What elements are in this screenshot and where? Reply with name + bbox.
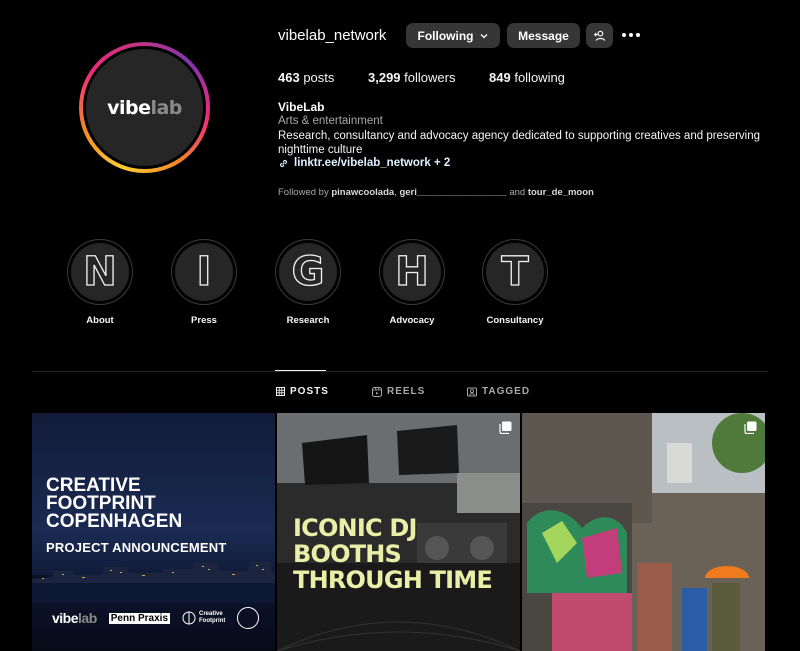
link-icon (279, 159, 288, 167)
message-button[interactable]: Message (507, 23, 580, 48)
highlight-letter: T (501, 249, 530, 295)
highlight-consultancy[interactable]: T Consultancy (475, 239, 555, 326)
tab-posts[interactable]: POSTS (276, 386, 329, 397)
post-graffiti-wall[interactable] (522, 413, 765, 651)
multiple-posts-icon (744, 421, 757, 434)
followed-by[interactable]: Followed by pinawcoolada, geri__________… (278, 187, 594, 198)
pennpraxis-logo: Penn Praxis (108, 612, 171, 624)
highlight-letter: N (83, 249, 118, 295)
creative-footprint-icon (182, 611, 196, 625)
profile-link-text: linktr.ee/vibelab_network + 2 (294, 157, 451, 169)
tagged-icon (467, 387, 477, 396)
tab-label: TAGGED (482, 386, 531, 397)
profile-bio: Research, consultancy and advocacy agenc… (278, 130, 761, 156)
highlight-label: About (86, 315, 114, 326)
highlight-research[interactable]: G Research (268, 239, 348, 326)
highlight-letter: G (291, 249, 325, 295)
following-button[interactable]: Following (406, 23, 500, 48)
highlight-letter: I (196, 249, 212, 295)
vibelab-logo: vibelab (52, 610, 97, 626)
city-skyline-image (32, 561, 275, 603)
profile-full-name: VibeLab (278, 100, 325, 114)
profile-avatar[interactable]: vibelab (79, 42, 210, 173)
tab-tagged[interactable]: TAGGED (467, 386, 530, 397)
more-options-icon[interactable] (622, 27, 642, 43)
partner-logos: vibelab Penn Praxis Creative Footprint (52, 607, 262, 629)
highlight-label: Advocacy (389, 315, 435, 326)
tab-label: POSTS (290, 386, 329, 397)
grid-icon (276, 387, 285, 396)
posts-stat: 463 posts (278, 70, 335, 85)
post-headline: CREATIVE FOOTPRINT COPENHAGEN (46, 475, 183, 532)
highlight-label: Research (286, 315, 330, 326)
add-user-button[interactable] (586, 23, 613, 48)
tab-label: REELS (387, 386, 426, 397)
profile-link[interactable]: linktr.ee/vibelab_network + 2 (278, 157, 450, 169)
following-stat[interactable]: 849 following (489, 70, 565, 85)
vibelab-logo: vibelab (107, 96, 182, 119)
post-creative-footprint[interactable]: CREATIVE FOOTPRINT COPENHAGEN PROJECT AN… (32, 413, 275, 651)
add-user-icon (593, 30, 606, 41)
post-iconic-dj-booths[interactable]: ICONIC DJ BOOTHS THROUGH TIME (277, 413, 520, 651)
following-button-label: Following (417, 28, 474, 43)
highlight-advocacy[interactable]: H Advocacy (372, 239, 452, 326)
reels-icon (372, 386, 382, 397)
chevron-down-icon (480, 33, 487, 38)
followers-stat[interactable]: 3,299 followers (368, 70, 455, 85)
active-tab-indicator (275, 370, 326, 371)
post-headline: ICONIC DJ BOOTHS THROUGH TIME (293, 514, 493, 594)
profile-category: Arts & entertainment (278, 115, 383, 127)
profile-username: vibelab_network (278, 27, 387, 44)
tab-reels[interactable]: REELS (372, 386, 425, 397)
copenhagen-seal-icon (237, 607, 260, 629)
creative-footprint-logo: Creative Footprint (182, 611, 225, 625)
multiple-posts-icon (499, 421, 512, 434)
tabs-divider (32, 371, 768, 372)
highlight-label: Press (191, 315, 217, 326)
highlight-press[interactable]: I Press (164, 239, 244, 326)
highlight-about[interactable]: N About (60, 239, 140, 326)
highlight-label: Consultancy (486, 315, 544, 326)
highlight-letter: H (395, 249, 430, 295)
graffiti-wall-photo (522, 413, 765, 651)
